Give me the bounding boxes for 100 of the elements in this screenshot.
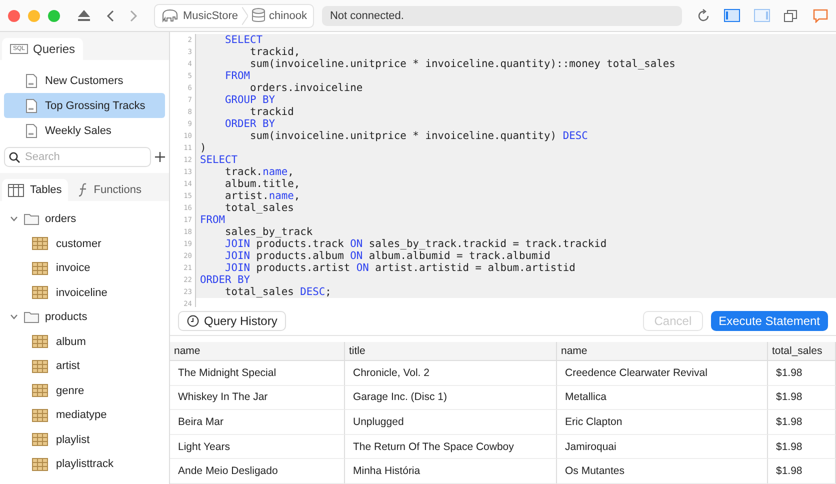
code-line: ORDER BY	[225, 118, 276, 130]
table-icon	[8, 184, 24, 196]
column-header[interactable]: name	[170, 342, 345, 362]
code-line: album.title,	[225, 178, 300, 190]
table-icon	[32, 408, 48, 422]
table-icon	[32, 360, 48, 373]
table-item[interactable]: playlisttrack	[0, 452, 169, 476]
table-cell: $1.98	[768, 410, 836, 435]
code-line: artist.name,	[225, 190, 300, 202]
database-icon	[252, 8, 266, 23]
query-item[interactable]: New Customers	[4, 68, 165, 93]
sidebar-tab[interactable]: Tables	[2, 179, 68, 201]
table-icon	[32, 262, 48, 275]
right-sidebar-icon[interactable]	[754, 9, 770, 22]
sidebar-tab[interactable]: Functions	[72, 179, 148, 201]
folder-icon	[24, 311, 39, 324]
code-line: GROUP BY	[225, 94, 276, 106]
code-line: orders.invoiceline	[250, 82, 363, 94]
code-line: sum(invoiceline.unitprice * invoiceline.quantity)::money total_sales	[250, 58, 676, 70]
code-line: track.name,	[225, 166, 294, 178]
code-line: trackid,	[250, 46, 300, 58]
table-item[interactable]: invoiceline	[0, 280, 169, 305]
table-name: customer	[56, 238, 102, 250]
table-cell: Os Mutantes	[557, 459, 768, 484]
table-cell: Ande Meio Desligado	[170, 459, 345, 484]
table-item[interactable]: customer	[0, 232, 169, 256]
query-item[interactable]: Top Grossing Tracks	[4, 93, 165, 118]
function-icon	[78, 183, 88, 197]
close-button[interactable]	[8, 10, 20, 22]
tree-folder[interactable]: products	[0, 305, 169, 330]
code-line: FROM	[225, 70, 250, 82]
code-line: )	[200, 142, 206, 154]
table-name: album	[56, 336, 86, 348]
table-item[interactable]: genre	[0, 378, 169, 403]
table-item[interactable]: mediatype	[0, 403, 169, 428]
code-line: JOIN products.artist ON artist.artistid = album.artistid	[225, 262, 576, 274]
add-icon[interactable]	[155, 152, 165, 162]
table-item[interactable]: playlist	[0, 428, 169, 452]
code-line: sales_by_track	[225, 226, 313, 238]
table-name: genre	[56, 384, 84, 397]
back-icon[interactable]	[106, 10, 114, 22]
database-name[interactable]: chinook	[269, 10, 307, 22]
table-cell: The Midnight Special	[170, 361, 345, 386]
code-line: SELECT	[200, 154, 238, 166]
table-icon	[32, 237, 48, 250]
table-name: playlisttrack	[56, 458, 114, 470]
code-line: SELECT	[225, 34, 263, 46]
search-field[interactable]: Search	[4, 147, 151, 167]
left-sidebar-icon[interactable]	[724, 9, 740, 22]
query-item[interactable]: Weekly Sales	[4, 118, 165, 143]
table-cell: Minha História	[345, 459, 557, 484]
table-icon	[32, 384, 48, 398]
table-name: invoiceline	[56, 286, 108, 299]
comment-icon[interactable]	[813, 8, 828, 22]
table-cell: $1.98	[768, 386, 836, 410]
tree-folder[interactable]: orders	[0, 207, 169, 232]
zoom-button[interactable]	[48, 10, 60, 22]
code-line: JOIN products.track ON sales_by_track.trackid = track.trackid	[225, 238, 607, 250]
table-cell: $1.98	[768, 434, 836, 460]
document-icon	[26, 98, 37, 112]
column-header[interactable]: title	[345, 342, 557, 362]
document-icon	[26, 74, 37, 88]
server-name[interactable]: MusicStore	[183, 10, 238, 22]
table-item[interactable]: invoice	[0, 256, 169, 280]
table-cell: Eric Clapton	[557, 410, 768, 435]
table-cell: Creedence Clearwater Revival	[557, 361, 768, 386]
query-name: Top Grossing Tracks	[45, 100, 146, 112]
connection-status: Not connected.	[322, 6, 682, 26]
table-name: playlist	[56, 434, 90, 446]
windows-icon[interactable]	[784, 10, 797, 22]
eject-icon[interactable]	[78, 10, 90, 21]
table-item[interactable]: album	[0, 330, 169, 354]
table-cell: Whiskey In The Jar	[170, 386, 345, 410]
table-name: invoice	[56, 262, 90, 274]
table-icon	[32, 335, 48, 348]
table-cell: Light Years	[170, 434, 345, 460]
table-cell: $1.98	[768, 361, 836, 386]
query-history-button[interactable]: Query History	[178, 311, 286, 332]
table-icon	[32, 286, 48, 300]
table-item[interactable]: artist	[0, 354, 169, 378]
table-cell: Garage Inc. (Disc 1)	[345, 386, 557, 410]
code-line: sum(invoiceline.unitprice * invoiceline.quantity) DESC	[250, 130, 588, 142]
column-header[interactable]: total_sales	[768, 342, 836, 362]
forward-icon[interactable]	[130, 10, 138, 22]
code-line: FROM	[200, 214, 226, 226]
chevron-icon	[242, 6, 248, 24]
table-cell: $1.98	[768, 459, 836, 484]
clock-icon	[187, 315, 199, 328]
table-icon	[32, 458, 48, 471]
reload-icon[interactable]	[698, 9, 710, 22]
table-cell: Jamiroquai	[557, 434, 768, 460]
document-icon	[26, 124, 37, 138]
query-name: New Customers	[45, 74, 124, 86]
table-name: artist	[56, 360, 80, 372]
table-cell: Unplugged	[345, 410, 557, 435]
folder-name: orders	[45, 213, 76, 226]
table-icon	[32, 433, 48, 446]
execute-button[interactable]: Execute Statement	[710, 311, 828, 332]
column-header[interactable]: name	[557, 342, 768, 362]
table-name: mediatype	[56, 409, 107, 422]
